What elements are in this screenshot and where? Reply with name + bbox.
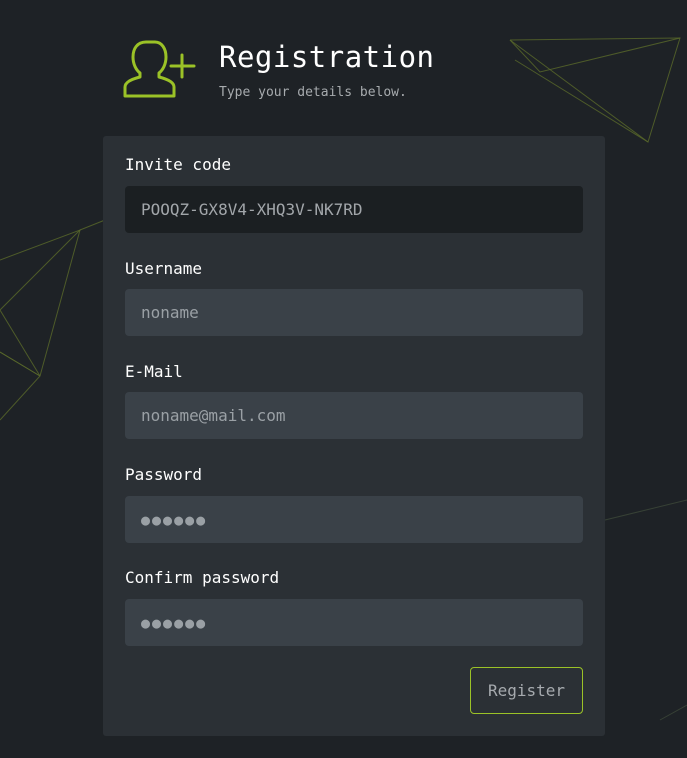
email-field[interactable] <box>125 392 583 439</box>
invite-code-field[interactable] <box>125 186 583 233</box>
password-field[interactable] <box>125 496 583 543</box>
email-label: E-Mail <box>125 362 183 381</box>
page-title: Registration <box>219 40 435 74</box>
password-label: Password <box>125 465 203 484</box>
confirm-password-field[interactable] <box>125 599 583 646</box>
page-subtitle: Type your details below. <box>219 85 407 100</box>
page-header: Registration Type your details below. <box>122 38 582 108</box>
confirm-password-label: Confirm password <box>125 568 280 587</box>
username-field[interactable] <box>125 289 583 336</box>
register-button[interactable]: Register <box>470 667 583 714</box>
invite-code-label: Invite code <box>125 155 231 174</box>
registration-form: Invite code Username E-Mail Password Con… <box>103 136 605 736</box>
registration-page: Registration Type your details below. In… <box>0 0 687 758</box>
username-label: Username <box>125 259 203 278</box>
add-user-icon <box>123 40 196 98</box>
